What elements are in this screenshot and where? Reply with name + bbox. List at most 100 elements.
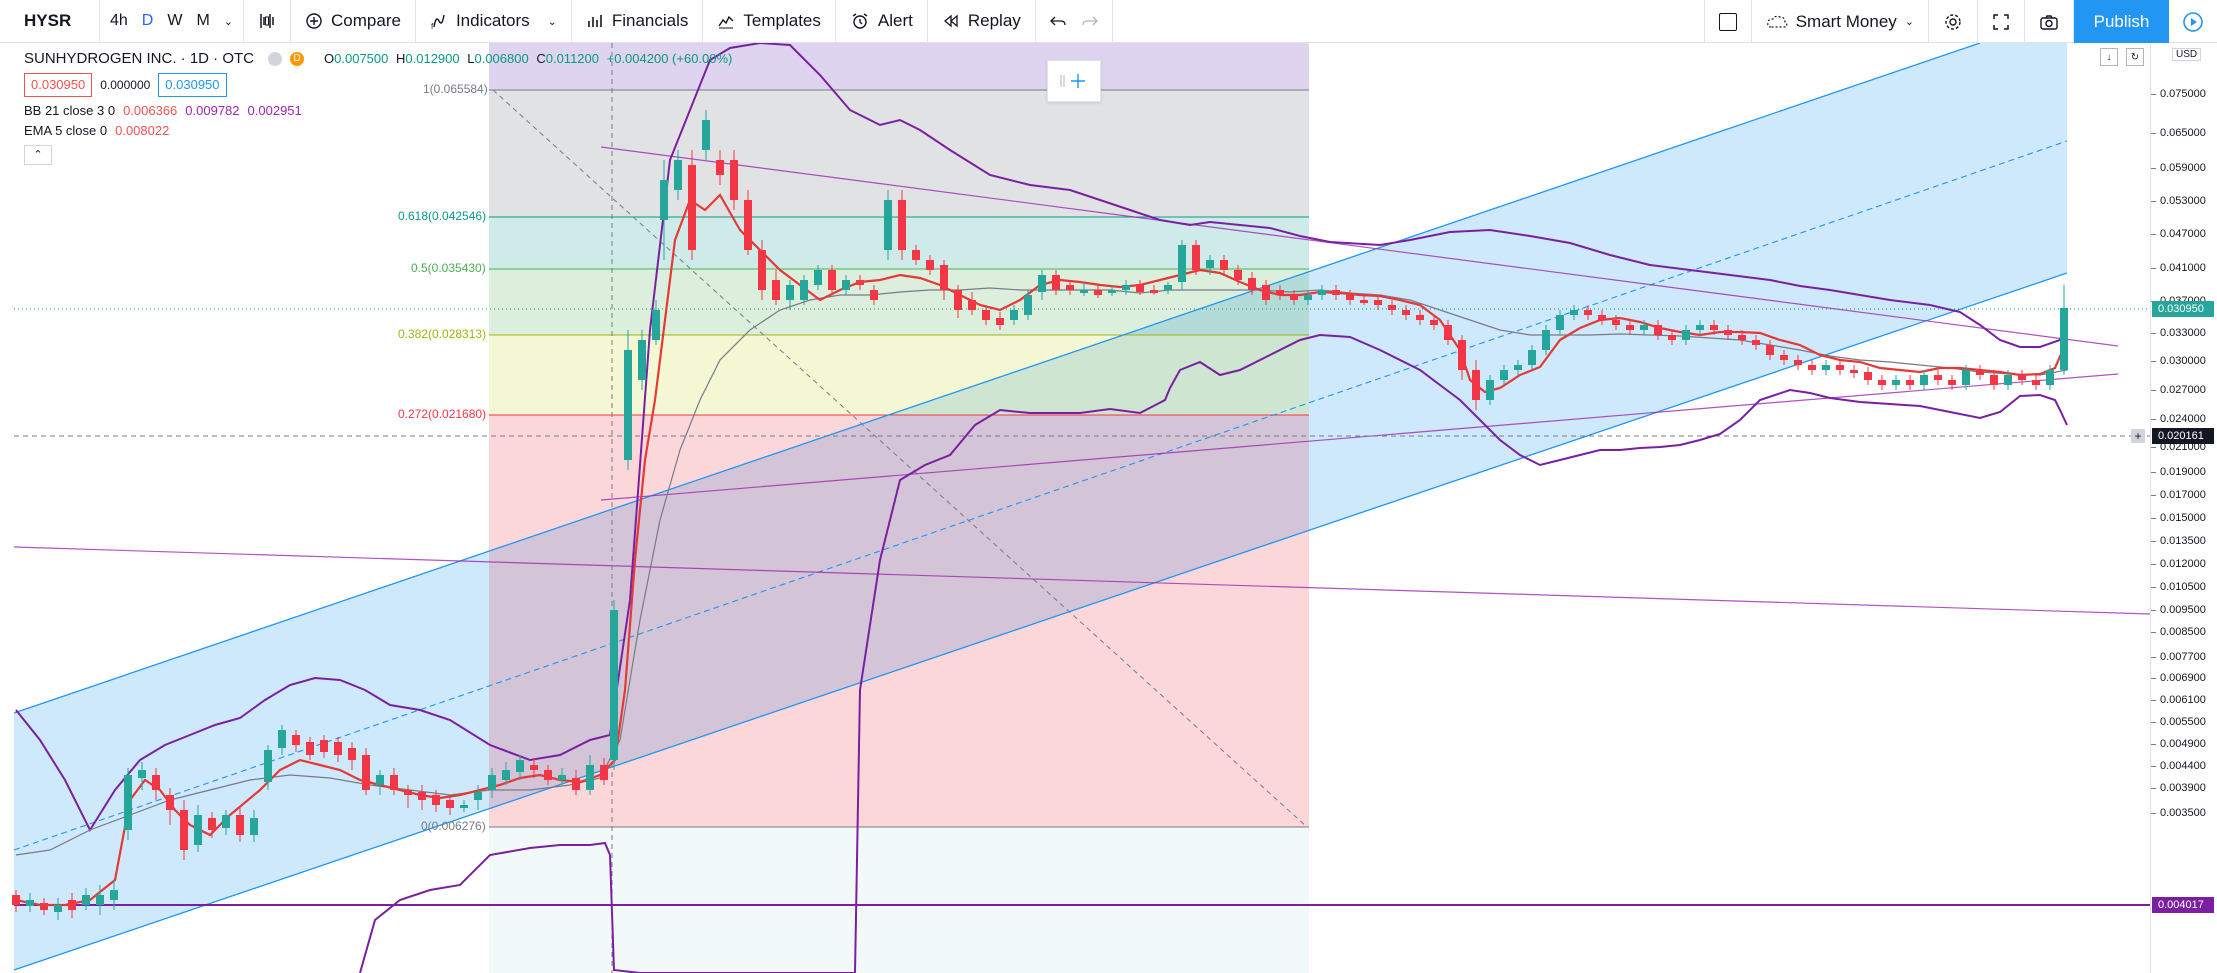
- candle-body: [1192, 245, 1200, 270]
- chevron-down-icon[interactable]: ⌄: [548, 15, 557, 28]
- indicators-label: Indicators: [455, 11, 530, 30]
- candle-body: [1038, 275, 1046, 292]
- settings-icon: [1945, 13, 1961, 30]
- ema-indicator-row[interactable]: EMA 5 close 0 0.008022: [24, 121, 732, 141]
- price-tick: 0.047000: [2151, 228, 2217, 240]
- layout-select[interactable]: Smart Money ⌄: [1752, 0, 1929, 43]
- price-tick: 0.059000: [2151, 162, 2217, 174]
- bb-indicator-row[interactable]: BB 21 close 3 0 0.006366 0.009782 0.0029…: [24, 101, 732, 121]
- candle-body: [1962, 370, 1970, 385]
- candle-body: [1094, 290, 1102, 295]
- candle-body: [278, 730, 286, 748]
- chevron-down-icon[interactable]: ⌄: [1905, 15, 1914, 28]
- candle-body: [1780, 355, 1788, 360]
- ohlc-values: O0.007500 H0.012900 L0.006800 C0.011200 …: [324, 51, 733, 66]
- candle-body: [1486, 380, 1494, 400]
- candle-body: [502, 770, 510, 780]
- financials-icon: [588, 15, 602, 27]
- price-tick: 0.004400: [2151, 760, 2217, 772]
- publish-button[interactable]: Publish: [2074, 0, 2169, 43]
- candle-body: [660, 180, 668, 220]
- candle-body: [786, 285, 794, 300]
- candle-body: [1388, 305, 1396, 310]
- candle-body: [610, 610, 618, 760]
- candle-body: [1850, 370, 1858, 373]
- snapshot-button[interactable]: [2025, 0, 2074, 43]
- candle-body: [1528, 350, 1536, 365]
- candle-body: [926, 260, 934, 270]
- candle-body: [418, 792, 426, 800]
- candle-body: [1948, 380, 1956, 385]
- candle-body: [982, 310, 990, 320]
- candle-body: [180, 810, 188, 850]
- templates-button[interactable]: Templates: [703, 0, 836, 43]
- candle-body: [110, 890, 118, 900]
- price-tick: 0.065000: [2151, 127, 2217, 139]
- undo-icon[interactable]: [1049, 14, 1066, 28]
- financials-label: Financials: [611, 11, 689, 30]
- candle-body: [82, 895, 90, 905]
- candle-body: [138, 770, 146, 778]
- financials-button[interactable]: Financials: [572, 0, 704, 43]
- legend-title-row: SUNHYDROGEN INC. · 1D · OTC D O0.007500 …: [24, 49, 732, 69]
- fullscreen-button[interactable]: [1978, 0, 2025, 43]
- fullscreen-icon: [1993, 13, 2009, 30]
- timeframe-m[interactable]: M: [196, 12, 209, 30]
- candle-body: [1612, 320, 1620, 325]
- bar-style-button[interactable]: [244, 0, 292, 43]
- scale-controls: ↓ ↻: [2100, 48, 2144, 66]
- chart-pane[interactable]: 1(0.065584) 0.618(0.042546) 0.5(0.035430…: [0, 43, 2150, 973]
- timeframe-4h[interactable]: 4h: [110, 12, 128, 30]
- ask-box[interactable]: 0.030950: [158, 73, 227, 97]
- candle-body: [1920, 375, 1928, 385]
- candle-body: [1318, 290, 1326, 295]
- collapse-legend-button[interactable]: ⌃: [24, 145, 52, 165]
- candle-body: [1654, 325, 1662, 335]
- candle-body: [40, 903, 48, 910]
- ema-value: 0.008022: [115, 123, 170, 138]
- candle-body: [1822, 365, 1830, 370]
- symbol-search[interactable]: HYSR: [0, 0, 100, 43]
- play-button[interactable]: [2169, 0, 2217, 43]
- candle-body: [516, 760, 524, 772]
- candle-body: [1500, 370, 1508, 380]
- price-tick: 0.008500: [2151, 626, 2217, 638]
- candle-body: [1836, 365, 1844, 370]
- publish-label: Publish: [2093, 11, 2150, 31]
- replay-button[interactable]: Replay: [928, 0, 1036, 43]
- price-chart[interactable]: [0, 43, 2150, 973]
- compare-button[interactable]: Compare: [291, 0, 416, 43]
- price-scale[interactable]: 0.075000 0.065000 0.059000 0.053000 0.047000…: [2150, 43, 2217, 973]
- crosshair-price-tag: 0.020161: [2152, 428, 2214, 444]
- crosshair-plus-icon[interactable]: +: [2131, 429, 2145, 443]
- undo-redo-group: [1036, 0, 1113, 43]
- candle-body: [152, 775, 160, 790]
- layout-name: Smart Money: [1795, 11, 1897, 31]
- candle-body: [1472, 370, 1480, 400]
- candle-body: [236, 815, 244, 835]
- candle-body: [1626, 325, 1634, 330]
- candle-body: [292, 735, 300, 745]
- candle-body: [54, 905, 62, 912]
- price-tick: 0.033000: [2151, 327, 2217, 339]
- candle-body: [814, 270, 822, 285]
- indicators-button[interactable]: f Indicators ⌄: [416, 0, 572, 43]
- fullscreen-toggle[interactable]: [1703, 0, 1752, 43]
- bid-box[interactable]: 0.030950: [24, 73, 93, 97]
- candle-body: [1878, 380, 1886, 385]
- settings-button[interactable]: [1929, 0, 1978, 43]
- timeframe-d[interactable]: D: [142, 12, 154, 30]
- chevron-down-icon[interactable]: ⌄: [224, 15, 233, 28]
- redo-icon[interactable]: [1082, 14, 1098, 28]
- reset-icon[interactable]: ↻: [2126, 48, 2144, 66]
- floating-toolbar[interactable]: [1047, 60, 1101, 102]
- bb-value-basis: 0.006366: [123, 103, 178, 118]
- bb-label: BB 21 close 3 0: [24, 103, 116, 118]
- timeframe-w[interactable]: W: [167, 12, 182, 30]
- candle-body: [940, 265, 948, 290]
- price-tick: 0.013500: [2151, 535, 2217, 547]
- candle-body: [2004, 375, 2012, 385]
- arrow-down-icon[interactable]: ↓: [2100, 48, 2118, 66]
- alert-button[interactable]: Alert: [836, 0, 928, 43]
- candle-body: [828, 270, 836, 290]
